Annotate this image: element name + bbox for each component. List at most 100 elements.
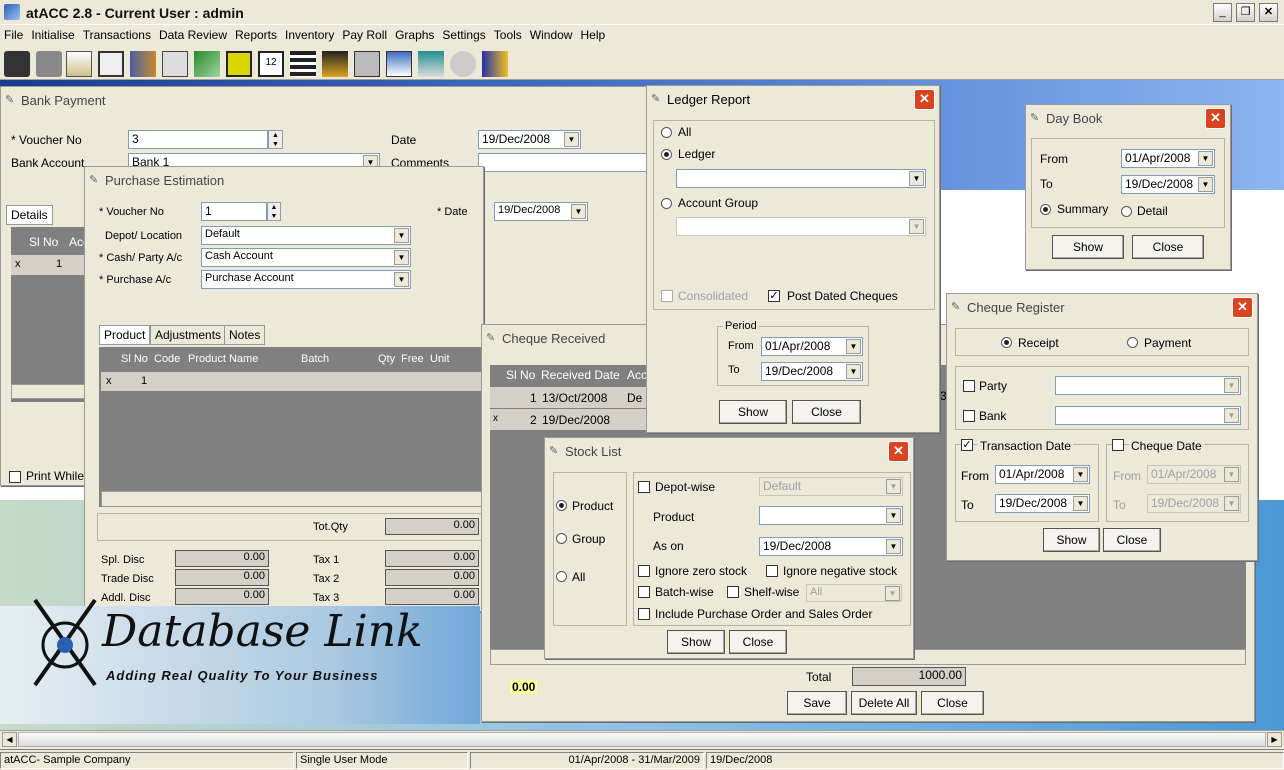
menu-file[interactable]: File <box>0 26 27 42</box>
transaction-date-checkbox[interactable]: ✓ <box>961 439 973 451</box>
cash-party-select[interactable]: Cash Account ▼ <box>201 248 411 267</box>
restore-button[interactable]: ❐ <box>1236 3 1255 22</box>
folder-icon[interactable] <box>322 51 348 77</box>
as-on-date-picker[interactable]: 19/Dec/2008 ▼ <box>759 537 903 556</box>
account-group-radio[interactable] <box>661 198 672 209</box>
cheque-date-checkbox[interactable] <box>1112 439 1124 451</box>
from-date-picker[interactable]: 01/Apr/2008 ▼ <box>761 337 863 356</box>
show-button[interactable]: Show <box>1052 235 1124 259</box>
tab-notes[interactable]: Notes <box>224 325 266 345</box>
consolidated-checkbox[interactable] <box>661 290 673 302</box>
voucher-no-input[interactable]: 3 <box>128 130 268 149</box>
voucher-spinner[interactable]: ▲ ▼ <box>268 130 283 149</box>
tab-adjustments[interactable]: Adjustments <box>150 325 227 345</box>
bank-checkbox[interactable] <box>963 410 975 422</box>
show-button[interactable]: Show <box>667 630 725 654</box>
group-radio[interactable] <box>556 533 567 544</box>
scroll-left-icon[interactable]: ◀ <box>2 732 17 747</box>
summary-radio[interactable] <box>1040 204 1051 215</box>
detail-radio[interactable] <box>1121 206 1132 217</box>
printer-icon[interactable] <box>36 51 62 77</box>
tools-icon[interactable] <box>450 51 476 77</box>
receipt-radio[interactable] <box>1001 337 1012 348</box>
pencil-icon[interactable] <box>194 51 220 77</box>
include-po-checkbox[interactable] <box>638 608 650 620</box>
to-date-picker-disabled[interactable]: 19/Dec/2008 ▼ <box>1147 494 1241 513</box>
voucher-no-input[interactable]: 1 <box>201 202 267 221</box>
addl-disc-value[interactable]: 0.00 <box>175 588 269 605</box>
spl-disc-value[interactable]: 0.00 <box>175 550 269 567</box>
close-icon[interactable]: ✕ <box>1205 108 1226 129</box>
from-date-picker[interactable]: 01/Apr/2008 ▼ <box>1121 149 1215 168</box>
to-date-picker[interactable]: 19/Dec/2008 ▼ <box>761 362 863 381</box>
close-button[interactable]: Close <box>1103 528 1161 552</box>
from-date-picker-disabled[interactable]: 01/Apr/2008 ▼ <box>1147 465 1241 484</box>
close-app-button[interactable]: ✕ <box>1259 3 1278 22</box>
all-radio[interactable] <box>661 127 672 138</box>
account-group-select[interactable]: ▼ <box>676 217 926 236</box>
product-select[interactable]: ▼ <box>759 506 903 525</box>
ignore-zero-checkbox[interactable] <box>638 565 650 577</box>
close-icon[interactable]: ✕ <box>888 441 909 462</box>
date-picker[interactable]: 19/Dec/2008 ▼ <box>478 130 581 149</box>
form-icon[interactable] <box>98 51 124 77</box>
print-while-checkbox[interactable] <box>9 471 21 483</box>
to-date-picker[interactable]: 19/Dec/2008 ▼ <box>995 494 1090 513</box>
scroll-thumb[interactable] <box>18 732 1266 747</box>
workspace-scrollbar[interactable]: ◀ ▶ <box>0 730 1284 748</box>
close-button[interactable]: Close <box>729 630 787 654</box>
books-icon[interactable] <box>130 51 156 77</box>
exit-icon[interactable] <box>482 51 508 77</box>
menu-reports[interactable]: Reports <box>231 26 281 42</box>
payment-radio[interactable] <box>1127 337 1138 348</box>
batch-wise-checkbox[interactable] <box>638 586 650 598</box>
menu-initialise[interactable]: Initialise <box>27 26 78 42</box>
tab-details[interactable]: Details <box>6 205 53 225</box>
details-scrollbar[interactable] <box>11 384 91 399</box>
menu-graphs[interactable]: Graphs <box>391 26 438 42</box>
table-row[interactable]: 1 13/Oct/2008 De <box>490 387 660 408</box>
from-date-picker[interactable]: 01/Apr/2008 ▼ <box>995 465 1090 484</box>
calculator-icon[interactable] <box>354 51 380 77</box>
to-date-picker[interactable]: 19/Dec/2008 ▼ <box>1121 175 1215 194</box>
ledger-radio[interactable] <box>661 149 672 160</box>
menu-window[interactable]: Window <box>526 26 577 42</box>
tab-product[interactable]: Product <box>99 325 151 345</box>
menu-help[interactable]: Help <box>576 26 609 42</box>
product-radio[interactable] <box>556 500 567 511</box>
close-button[interactable]: Close <box>1132 235 1204 259</box>
show-button[interactable]: Show <box>719 400 787 424</box>
ledger-select[interactable]: ▼ <box>676 169 926 188</box>
scroll-right-icon[interactable]: ▶ <box>1267 732 1282 747</box>
list-icon[interactable] <box>290 51 316 77</box>
menu-payroll[interactable]: Pay Roll <box>338 26 391 42</box>
scales-icon[interactable] <box>162 51 188 77</box>
comments-input[interactable] <box>478 153 648 172</box>
document-icon[interactable] <box>66 51 92 77</box>
depot-wise-checkbox[interactable] <box>638 481 650 493</box>
voucher-spinner[interactable]: ▲ ▼ <box>267 202 281 221</box>
ignore-negative-checkbox[interactable] <box>766 565 778 577</box>
backup-icon[interactable] <box>386 51 412 77</box>
delete-all-button[interactable]: Delete All <box>851 691 917 715</box>
menu-data-review[interactable]: Data Review <box>155 26 231 42</box>
party-select[interactable]: ▼ <box>1055 376 1241 395</box>
close-icon[interactable]: ✕ <box>1232 297 1253 318</box>
table-row[interactable]: x 2 19/Dec/2008 <box>490 409 660 430</box>
network-icon[interactable] <box>418 51 444 77</box>
trade-disc-value[interactable]: 0.00 <box>175 569 269 586</box>
box-icon[interactable] <box>226 51 252 77</box>
menu-transactions[interactable]: Transactions <box>79 26 155 42</box>
shelf-wise-checkbox[interactable] <box>727 586 739 598</box>
show-button[interactable]: Show <box>1043 528 1100 552</box>
depot-select[interactable]: Default ▼ <box>759 477 903 496</box>
post-dated-checkbox[interactable]: ✓ <box>768 290 780 302</box>
ledger-book-icon[interactable] <box>4 51 30 77</box>
all-radio[interactable] <box>556 571 567 582</box>
close-button[interactable]: Close <box>921 691 984 715</box>
purchase-ac-select[interactable]: Purchase Account ▼ <box>201 270 411 289</box>
menu-inventory[interactable]: Inventory <box>281 26 338 42</box>
close-icon[interactable]: ✕ <box>914 89 935 110</box>
date-picker[interactable]: 19/Dec/2008 ▼ <box>494 202 588 221</box>
menu-settings[interactable]: Settings <box>438 26 489 42</box>
